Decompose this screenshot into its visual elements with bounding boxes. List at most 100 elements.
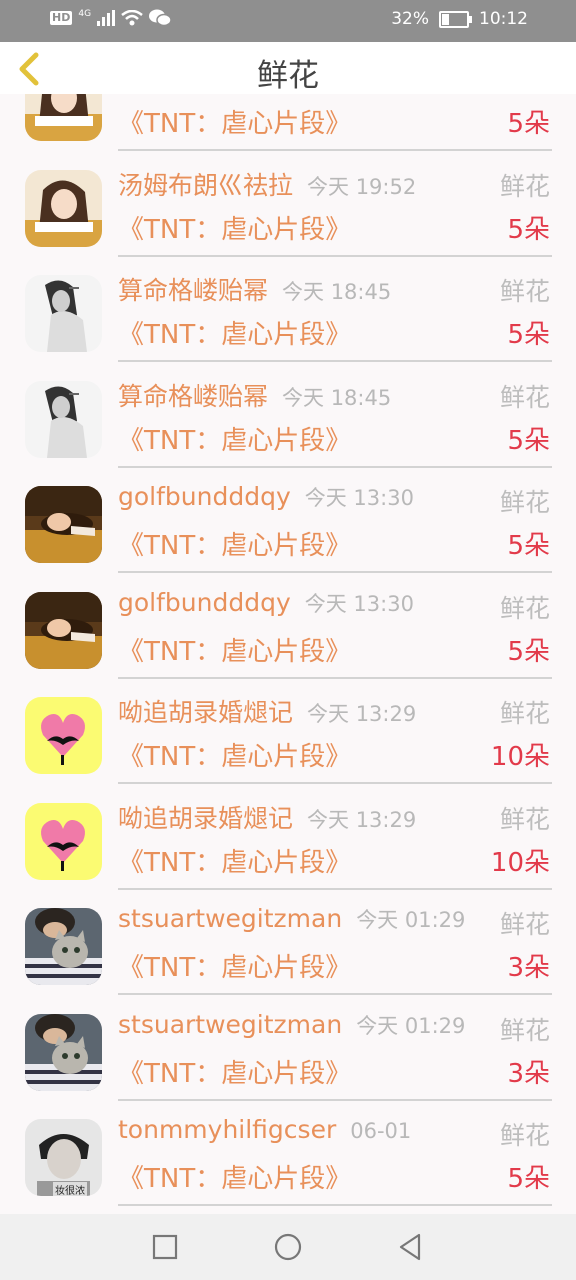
work-title-link[interactable]: 《TNT：虐心片段》	[118, 1053, 351, 1090]
header-bar: 鲜花	[0, 42, 576, 94]
row-divider	[118, 465, 552, 468]
flower-count: 3朵	[507, 953, 550, 983]
row-divider	[118, 1098, 552, 1101]
gift-record-row[interactable]: 呦追胡录婚煺记 今天 13:29 鲜花 《TNT：虐心片段》 10朵	[0, 787, 576, 893]
flower-count: 5朵	[507, 425, 550, 456]
sender-name[interactable]: golfbundddqy 今天 13:30	[118, 482, 414, 512]
gift-record-row[interactable]: 算命格嵝贻幂 今天 18:45 鲜花《TNT：虐心片段》 5朵	[0, 365, 576, 471]
gift-type: 鲜花	[499, 804, 550, 834]
gift-record-row[interactable]: stsuartwegitzman 今天 01:29 鲜花 《TNT：虐心片段》 3朵	[0, 998, 576, 1104]
status-right: 32% 10:12	[391, 9, 528, 29]
sender-name-text: 汤姆布朗巛祛拉	[118, 170, 294, 200]
wechat-icon	[149, 9, 172, 27]
status-left: HD 4G	[50, 9, 172, 27]
gift-time: 今天 01:29	[356, 908, 466, 932]
flower-count: 10朵	[490, 742, 550, 772]
gift-record-row[interactable]: golfbundddqy 今天 13:30 鲜花 《TNT：虐心片段》 5朵	[0, 576, 576, 682]
gift-record-row[interactable]: stsuartwegitzman 今天 01:29 鲜花《TNT：虐心片段》 3朵	[0, 892, 576, 998]
status-bar: HD 4G 32% 10:12	[0, 0, 576, 42]
sender-name[interactable]: stsuartwegitzman 今天 01:29	[118, 904, 465, 934]
sender-name[interactable]: 算命格嵝贻幂 今天 18:45	[118, 377, 391, 413]
gift-time: 今天 13:30	[304, 486, 414, 510]
user-avatar[interactable]	[25, 802, 102, 880]
work-title-link[interactable]: 《TNT：虐心片段》	[118, 947, 351, 984]
work-title-link[interactable]: 《TNT：虐心片段》	[118, 103, 351, 140]
row-divider	[118, 993, 552, 995]
hd-badge: HD	[50, 11, 73, 25]
clock: 10:12	[479, 9, 528, 29]
gift-time: 今天 01:29	[356, 1013, 466, 1038]
row-divider	[118, 887, 552, 890]
gift-record-row[interactable]: 汤姆布朗巛祛拉今天 19:52 鲜花《TNT：虐心片段》 5朵	[0, 94, 576, 154]
gift-time: 今天 19:52	[307, 174, 417, 199]
gift-type: 鲜花	[499, 593, 550, 623]
gift-type: 鲜花	[499, 1121, 550, 1150]
gift-time: 今天 13:29	[307, 807, 417, 832]
flower-gift-list[interactable]: 汤姆布朗巛祛拉今天 19:52鲜花《TNT：虐心片段》5朵汤姆布朗巛祛拉今天 1…	[0, 94, 576, 1214]
sender-name[interactable]: golfbundddqy 今天 13:30	[118, 588, 414, 618]
sender-name[interactable]: tonmmyhilfigcser 06-01	[118, 1115, 411, 1144]
signal-icon	[97, 10, 116, 26]
work-title-link[interactable]: 《TNT：虐心片段》	[118, 420, 351, 457]
user-avatar[interactable]	[25, 275, 102, 352]
work-title-link[interactable]: 《TNT：虐心片段》	[118, 525, 351, 562]
work-title-link[interactable]: 《TNT：虐心片段》	[118, 209, 351, 246]
row-divider	[118, 254, 552, 257]
row-divider	[118, 782, 552, 784]
user-avatar[interactable]	[25, 94, 102, 141]
row-divider	[118, 1204, 552, 1206]
sender-name[interactable]: stsuartwegitzman 今天 01:29	[118, 1010, 465, 1040]
back-triangle-icon[interactable]	[395, 1232, 425, 1262]
gift-record-row[interactable]: 算命格嵝贻幂 今天 18:45 鲜花 《TNT：虐心片段》 5朵	[0, 259, 576, 365]
work-title-link[interactable]: 《TNT：虐心片段》	[118, 314, 351, 351]
user-avatar[interactable]	[25, 908, 102, 985]
sender-name-text: tonmmyhilfigcser	[118, 1115, 337, 1144]
user-avatar[interactable]	[25, 380, 102, 458]
sender-name[interactable]: 呦追胡录婚煺记 今天 13:29	[118, 693, 416, 729]
avatar-caption: 妆很浓	[53, 1182, 87, 1196]
list-content: 汤姆布朗巛祛拉今天 19:52鲜花《TNT：虐心片段》5朵汤姆布朗巛祛拉今天 1…	[0, 94, 576, 1209]
row-divider	[118, 571, 552, 573]
row-divider	[118, 149, 552, 151]
battery-percent: 32%	[391, 9, 429, 29]
sender-name[interactable]: 呦追胡录婚煺记 今天 13:29	[118, 799, 416, 835]
gift-type: 鲜花	[499, 382, 550, 412]
work-title-link[interactable]: 《TNT：虐心片段》	[118, 736, 351, 773]
user-avatar[interactable]	[25, 697, 102, 774]
sender-name-text: 算命格嵝贻幂	[118, 381, 269, 411]
work-title-link[interactable]: 《TNT：虐心片段》	[118, 1158, 351, 1195]
wifi-icon	[121, 10, 143, 26]
sender-name-text: 呦追胡录婚煺记	[118, 803, 294, 833]
flower-count: 5朵	[507, 1164, 550, 1194]
work-title-link[interactable]: 《TNT：虐心片段》	[118, 842, 351, 879]
flower-count: 5朵	[507, 214, 550, 245]
sender-name-text: golfbundddqy	[118, 482, 291, 511]
gift-type: 鲜花	[499, 910, 550, 939]
gift-record-row[interactable]: 妆很浓 tonmmyhilfigcser 06-01 鲜花《TNT：虐心片段》 5朵	[0, 1103, 576, 1209]
user-avatar[interactable]	[25, 486, 102, 563]
sender-name[interactable]: 汤姆布朗巛祛拉今天 19:52	[118, 166, 416, 202]
gift-type: 鲜花	[499, 277, 550, 306]
user-avatar[interactable]	[25, 591, 102, 669]
sender-name[interactable]: 汤姆布朗巛祛拉今天 19:52	[118, 94, 416, 96]
gift-type: 鲜花	[499, 1015, 550, 1045]
sender-name[interactable]: 算命格嵝贻幂 今天 18:45	[118, 271, 391, 307]
work-title-link[interactable]: 《TNT：虐心片段》	[118, 631, 351, 668]
network-type: 4G	[78, 9, 92, 19]
gift-record-row[interactable]: 汤姆布朗巛祛拉今天 19:52 鲜花《TNT：虐心片段》 5朵	[0, 154, 576, 260]
sender-name-text: stsuartwegitzman	[118, 1009, 343, 1039]
home-icon[interactable]	[273, 1232, 303, 1262]
sender-name-text: 呦追胡录婚煺记	[118, 698, 294, 727]
gift-record-row[interactable]: 呦追胡录婚煺记 今天 13:29 鲜花 《TNT：虐心片段》 10朵	[0, 681, 576, 787]
user-avatar[interactable]: 妆很浓	[25, 1119, 102, 1196]
gift-time: 今天 13:29	[307, 702, 417, 726]
user-avatar[interactable]	[25, 169, 102, 247]
gift-time: 06-01	[350, 1119, 412, 1143]
gift-time: 今天 18:45	[282, 280, 392, 304]
recent-apps-icon[interactable]	[150, 1232, 180, 1262]
gift-record-row[interactable]: golfbundddqy 今天 13:30 鲜花 《TNT：虐心片段》 5朵	[0, 470, 576, 576]
gift-type: 鲜花	[500, 94, 550, 97]
sender-name-text: stsuartwegitzman	[118, 904, 343, 933]
user-avatar[interactable]	[25, 1013, 102, 1091]
sender-name-text: golfbundddqy	[118, 587, 291, 617]
